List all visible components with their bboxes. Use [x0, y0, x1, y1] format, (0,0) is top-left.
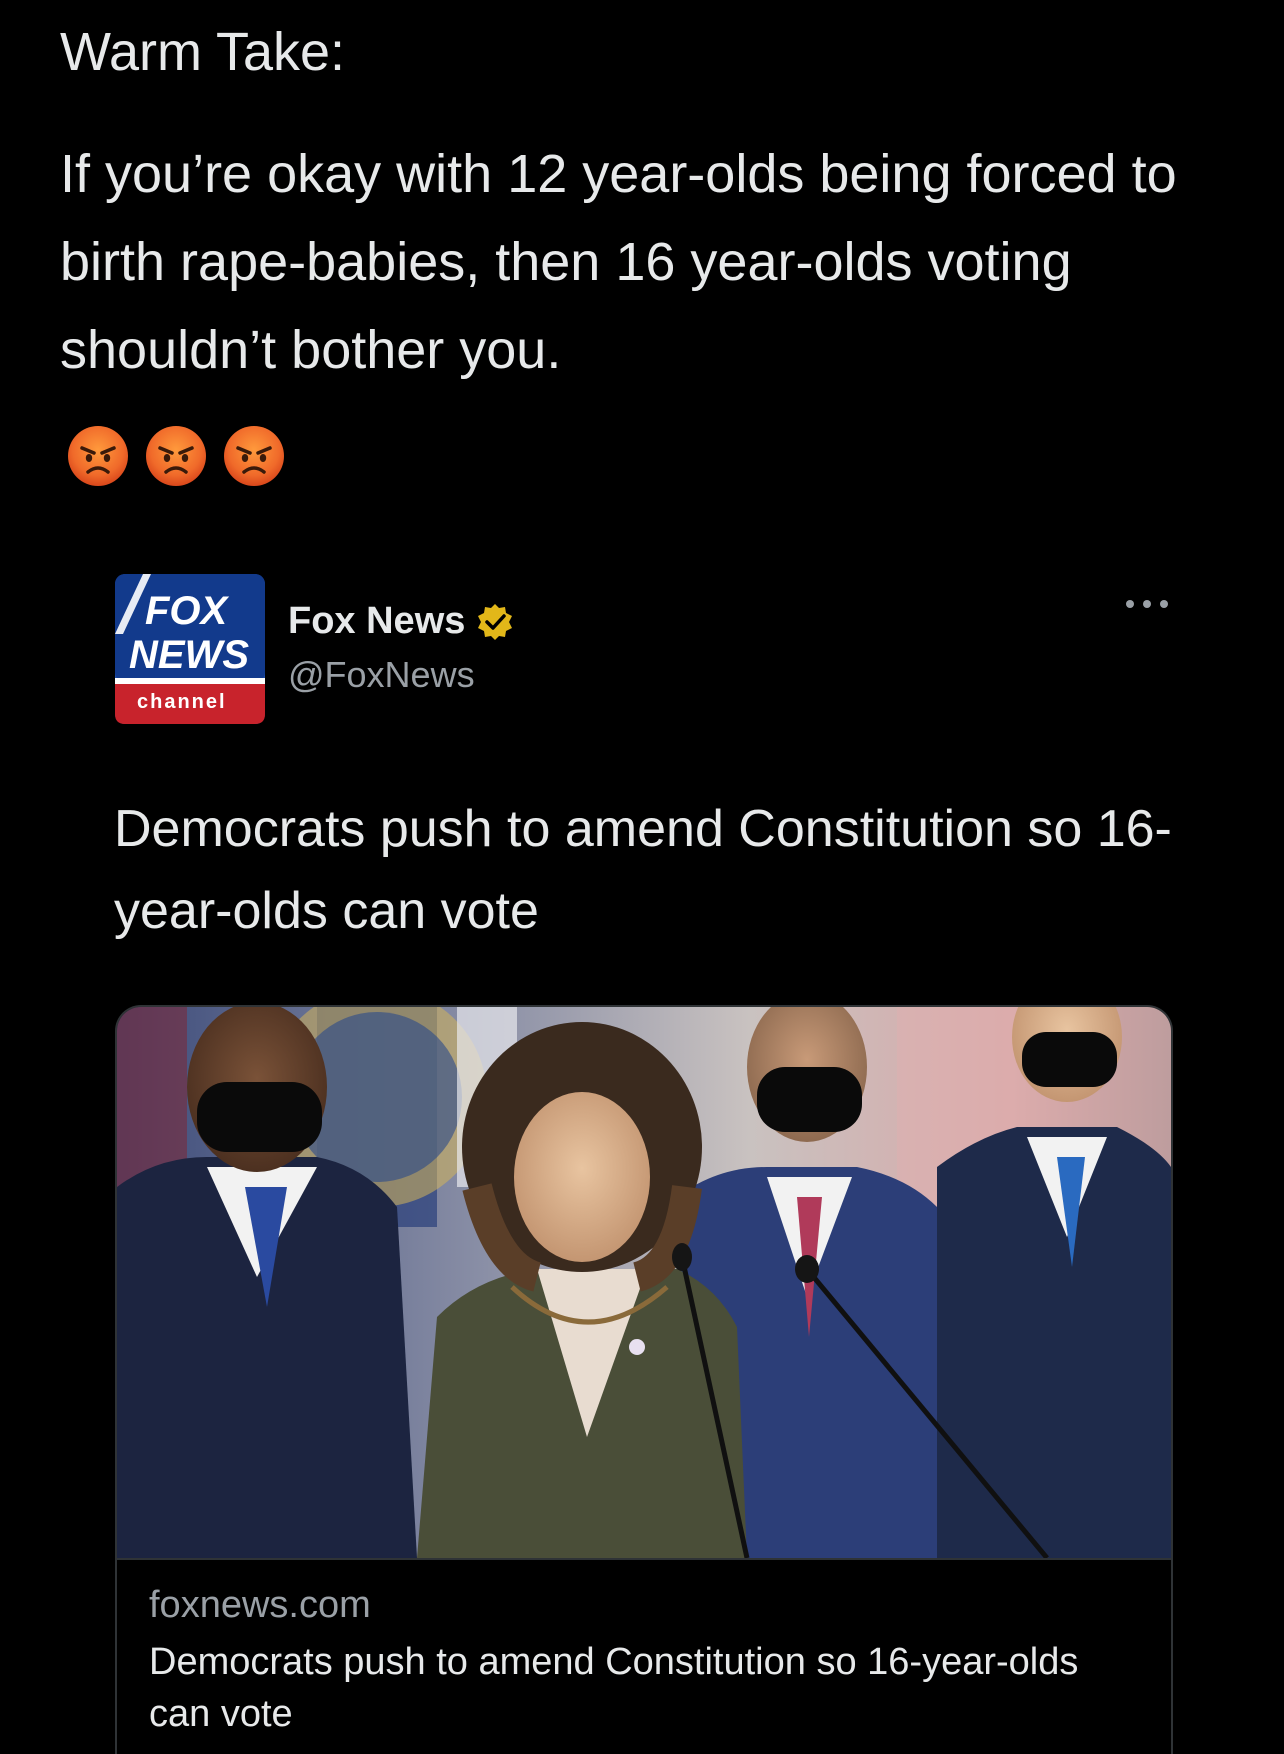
link-preview-card[interactable]: foxnews.com Democrats push to amend Cons…: [115, 1005, 1173, 1754]
press-conference-photo: [117, 1007, 1171, 1558]
emoji-row: [66, 424, 286, 488]
svg-text:NEWS: NEWS: [129, 633, 249, 677]
quote-author-row: Fox News: [288, 600, 515, 643]
link-title: Democrats push to amend Constitution so …: [149, 1641, 1079, 1735]
tweet-body: If you’re okay with 12 year-olds being f…: [60, 144, 1177, 380]
author-name[interactable]: Fox News: [288, 600, 465, 643]
quoted-tweet-text: Democrats push to amend Constitution so …: [114, 800, 1172, 940]
more-options-icon[interactable]: [1124, 596, 1170, 612]
angry-face-icon: [224, 426, 284, 486]
svg-text:channel: channel: [137, 691, 227, 713]
tweet-header: Warm Take:: [60, 22, 346, 82]
verified-badge-icon: [478, 603, 513, 640]
angry-face-icon: [68, 426, 128, 486]
quoted-tweet[interactable]: FOX NEWS channel Fox News @FoxNews Democ…: [60, 540, 1244, 1754]
fox-news-logo-avatar[interactable]: FOX NEWS channel: [115, 574, 265, 724]
link-info: foxnews.com Democrats push to amend Cons…: [117, 1558, 1171, 1754]
svg-text:FOX: FOX: [145, 589, 230, 633]
angry-face-icon: [146, 426, 206, 486]
link-domain: foxnews.com: [149, 1584, 371, 1626]
author-handle[interactable]: @FoxNews: [288, 654, 475, 696]
